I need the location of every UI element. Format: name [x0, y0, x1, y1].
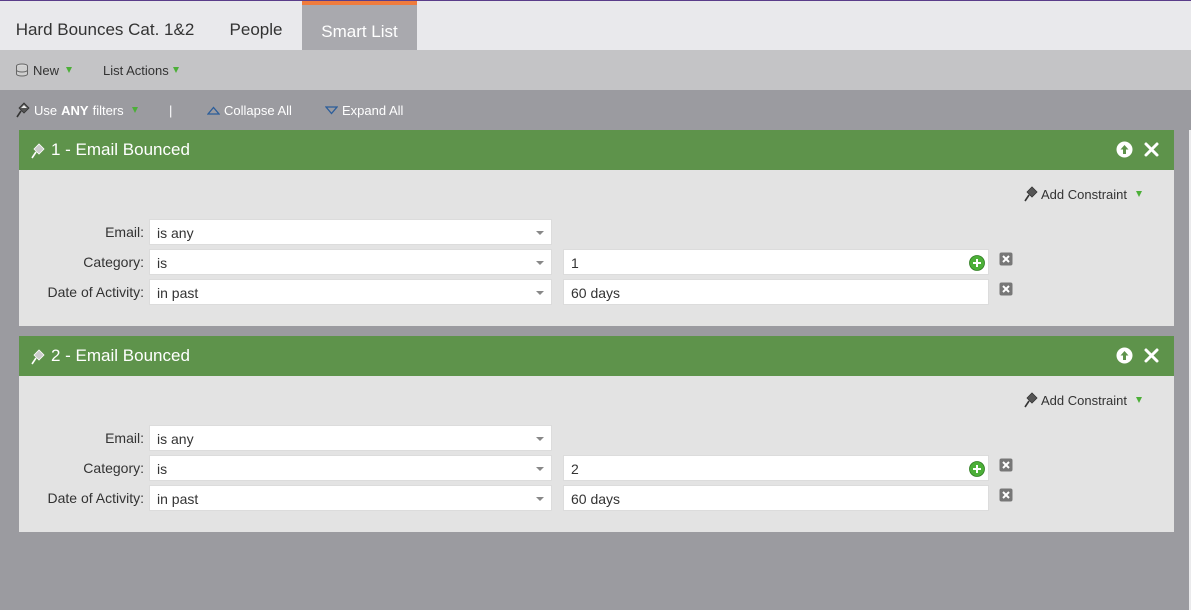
expand-all-label: Expand All	[342, 102, 404, 118]
value-input[interactable]: 2	[563, 455, 989, 481]
collapse-all-label: Collapse All	[224, 102, 292, 118]
constraint-row-date-of-activity: Date of Activity: in past 60 days	[19, 485, 1174, 511]
separator: |	[169, 90, 172, 130]
pin-icon	[31, 143, 45, 159]
new-label: New	[33, 62, 60, 78]
operator-value: is any	[157, 225, 194, 241]
pin-icon	[31, 349, 45, 365]
new-button[interactable]: New	[15, 50, 73, 90]
pin-icon	[1024, 392, 1038, 408]
delete-row-icon[interactable]	[999, 282, 1013, 296]
add-value-icon[interactable]	[969, 255, 985, 271]
constraint-row-category: Category: is 1	[19, 249, 1174, 275]
tab-hard-bounces[interactable]: Hard Bounces Cat. 1&2	[0, 1, 210, 50]
filter-logic-dropdown[interactable]: Use ANY filters	[15, 90, 138, 130]
filter-panel-2: 2 - Email Bounced Add Constraint Email: …	[19, 336, 1174, 532]
delete-row-icon[interactable]	[999, 488, 1013, 502]
filter-logic-prefix: Use	[34, 102, 58, 118]
add-constraint-label: Add Constraint	[1041, 186, 1127, 202]
operator-select[interactable]: is any	[149, 219, 552, 245]
list-actions-label: List Actions	[103, 62, 169, 78]
filter-panel-header[interactable]: 1 - Email Bounced	[19, 130, 1174, 170]
operator-select[interactable]: in past	[149, 485, 552, 511]
move-up-icon[interactable]	[1116, 141, 1133, 158]
filter-logic-mode: ANY	[61, 102, 89, 118]
operator-select[interactable]: is	[149, 455, 552, 481]
chevron-down-icon	[66, 67, 73, 73]
value-text: 60 days	[571, 285, 621, 301]
filter-controls: Use ANY filters | Collapse All Expand Al…	[0, 90, 1191, 130]
value-input[interactable]: 1	[563, 249, 989, 275]
collapse-all-button[interactable]: Collapse All	[207, 90, 292, 130]
tab-label: Smart List	[321, 21, 398, 41]
pin-icon	[16, 102, 30, 118]
add-value-icon[interactable]	[969, 461, 985, 477]
filter-panel-header[interactable]: 2 - Email Bounced	[19, 336, 1174, 376]
close-icon[interactable]	[1143, 141, 1160, 158]
pin-icon	[1024, 186, 1038, 202]
value-text: 2	[571, 461, 579, 477]
constraint-label: Email:	[105, 224, 144, 240]
tab-people[interactable]: People	[210, 1, 302, 50]
operator-value: in past	[157, 285, 199, 301]
add-constraint-button[interactable]: Add Constraint	[1023, 186, 1142, 202]
chevron-down-icon	[1136, 191, 1142, 197]
chevron-down-icon	[536, 291, 544, 295]
delete-row-icon[interactable]	[999, 458, 1013, 472]
filter-panel-1: 1 - Email Bounced Add Constraint Email: …	[19, 130, 1174, 326]
constraint-row-date-of-activity: Date of Activity: in past 60 days	[19, 279, 1174, 305]
chevron-down-icon	[131, 107, 138, 113]
value-input[interactable]: 60 days	[563, 485, 989, 511]
constraint-row-category: Category: is 2	[19, 455, 1174, 481]
filter-title: 2 - Email Bounced	[51, 346, 190, 365]
add-constraint-button[interactable]: Add Constraint	[1023, 392, 1142, 408]
value-text: 1	[571, 255, 579, 271]
list-actions-button[interactable]: List Actions	[103, 50, 179, 90]
expand-icon	[325, 105, 338, 115]
operator-select[interactable]: is	[149, 249, 552, 275]
operator-select[interactable]: is any	[149, 425, 552, 451]
value-text: 60 days	[571, 491, 621, 507]
collapse-icon	[207, 105, 220, 115]
constraint-row-email: Email: is any	[19, 219, 1174, 245]
chevron-down-icon	[536, 261, 544, 265]
move-up-icon[interactable]	[1116, 347, 1133, 364]
filter-title: 1 - Email Bounced	[51, 140, 190, 159]
chevron-down-icon	[536, 467, 544, 471]
tab-smart-list[interactable]: Smart List	[302, 1, 417, 50]
toolbar: New List Actions	[0, 50, 1191, 90]
chevron-down-icon	[1136, 397, 1142, 403]
value-input[interactable]: 60 days	[563, 279, 989, 305]
chevron-down-icon	[536, 231, 544, 235]
tab-bar: Hard Bounces Cat. 1&2 People Smart List	[0, 1, 1191, 50]
database-icon	[16, 63, 28, 77]
filter-logic-suffix: filters	[92, 102, 124, 118]
separator-text: |	[169, 102, 173, 118]
operator-value: in past	[157, 491, 199, 507]
close-icon[interactable]	[1143, 347, 1160, 364]
operator-value: is	[157, 461, 168, 477]
tab-label: People	[229, 19, 283, 39]
operator-value: is	[157, 255, 168, 271]
operator-value: is any	[157, 431, 194, 447]
operator-select[interactable]: in past	[149, 279, 552, 305]
constraint-label: Category:	[83, 460, 144, 476]
constraint-label: Email:	[105, 430, 144, 446]
constraint-row-email: Email: is any	[19, 425, 1174, 451]
constraint-label: Category:	[83, 254, 144, 270]
chevron-down-icon	[536, 437, 544, 441]
chevron-down-icon	[172, 67, 179, 73]
expand-all-button[interactable]: Expand All	[325, 90, 403, 130]
constraint-label: Date of Activity:	[47, 284, 144, 300]
add-constraint-label: Add Constraint	[1041, 392, 1127, 408]
chevron-down-icon	[536, 497, 544, 501]
constraint-label: Date of Activity:	[47, 490, 144, 506]
tab-label: Hard Bounces Cat. 1&2	[15, 19, 195, 39]
delete-row-icon[interactable]	[999, 252, 1013, 266]
